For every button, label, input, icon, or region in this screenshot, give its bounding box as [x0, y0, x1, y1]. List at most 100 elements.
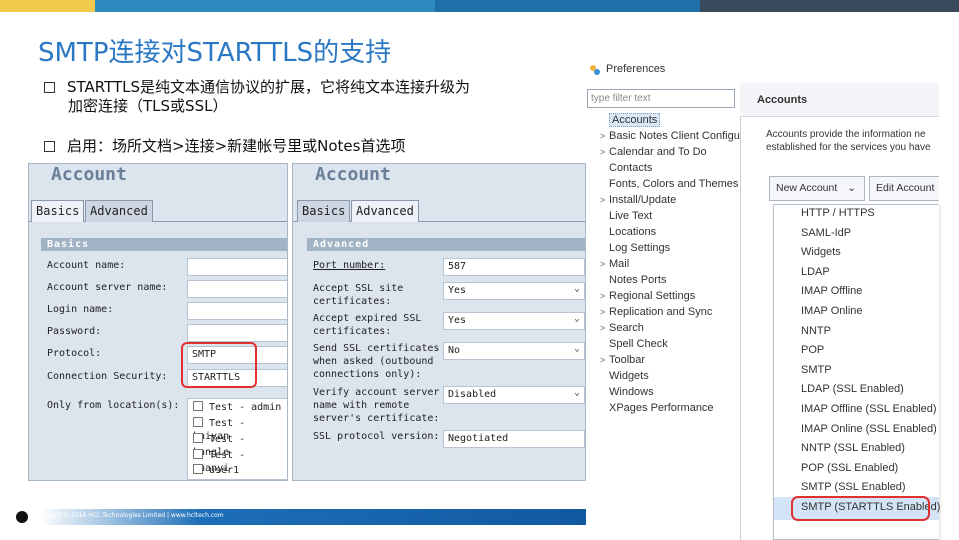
nav-item[interactable]: XPages Performance: [600, 400, 714, 416]
nav-item-label: Spell Check: [609, 338, 668, 350]
dropdown-item[interactable]: SMTP: [801, 361, 832, 380]
tab-basics[interactable]: Basics: [297, 200, 351, 222]
login-name-label: Login name:: [47, 304, 114, 315]
nav-item[interactable]: Widgets: [600, 368, 649, 384]
dropdown-item[interactable]: LDAP (SSL Enabled): [801, 380, 904, 399]
dropdown-item[interactable]: HTTP / HTTPS: [801, 204, 875, 223]
nav-item[interactable]: Fonts, Colors and Themes: [600, 176, 738, 192]
bullet1-line2: 加密连接（TLS或SSL）: [68, 97, 228, 115]
locations-label: Only from location(s):: [47, 400, 180, 411]
nav-item[interactable]: > Toolbar: [600, 352, 645, 368]
nav-item[interactable]: Locations: [600, 224, 656, 240]
nav-item-label: Mail: [609, 258, 630, 270]
dropdown-item[interactable]: NNTP (SSL Enabled): [801, 439, 905, 458]
nav-item[interactable]: Contacts: [600, 160, 652, 176]
chevron-right-icon: >: [600, 259, 606, 269]
nav-item[interactable]: > Basic Notes Client Configu: [600, 128, 740, 144]
password-label: Password:: [47, 326, 102, 337]
port-number-label: Port number:: [313, 260, 386, 271]
dropdown-item[interactable]: POP: [801, 341, 824, 360]
dropdown-item[interactable]: IMAP Online (SSL Enabled): [801, 420, 937, 439]
chevron-right-icon: >: [600, 131, 606, 141]
bullet-box-icon: [44, 82, 55, 93]
dropdown-item[interactable]: POP (SSL Enabled): [801, 459, 898, 478]
nav-item[interactable]: Live Text: [600, 208, 652, 224]
location-checkbox[interactable]: user1: [193, 464, 239, 477]
nav-item[interactable]: > Calendar and To Do: [600, 144, 707, 160]
location-label: user1: [209, 465, 240, 476]
tab-advanced[interactable]: Advanced: [85, 200, 153, 222]
nav-item-label: Search: [609, 322, 644, 334]
account-advanced-tabs: Basics Advanced: [293, 198, 585, 222]
nav-item[interactable]: Notes Ports: [600, 272, 666, 288]
accounts-description: Accounts provide the information ne esta…: [766, 128, 939, 154]
accept-expired-label: Accept expired SSL certificates:: [313, 313, 422, 337]
top-bar-blue: [95, 0, 435, 12]
nav-item[interactable]: Accounts: [600, 112, 661, 128]
description-line1: Accounts provide the information ne: [766, 129, 926, 140]
nav-item[interactable]: > Mail: [600, 256, 629, 272]
account-advanced-panel: Account Basics Advanced Advanced Port nu…: [292, 163, 586, 481]
checkbox-icon: [193, 449, 203, 459]
account-server-field[interactable]: [187, 280, 287, 298]
accounts-page-title: Accounts: [757, 94, 808, 106]
nav-item[interactable]: > Regional Settings: [600, 288, 695, 304]
account-advanced-title: Account: [315, 164, 391, 185]
dropdown-item[interactable]: IMAP Offline: [801, 282, 862, 301]
edit-account-button[interactable]: Edit Account: [869, 176, 939, 201]
chevron-right-icon: >: [600, 195, 606, 205]
account-basics-title: Account: [51, 164, 127, 185]
chevron-right-icon: >: [600, 323, 606, 333]
accept-expired-select[interactable]: Yes: [443, 311, 585, 330]
nav-item[interactable]: Log Settings: [600, 240, 670, 256]
dropdown-item[interactable]: SAML-IdP: [801, 224, 851, 243]
new-account-button[interactable]: New Account ⌄: [769, 176, 865, 201]
chevron-right-icon: >: [600, 291, 606, 301]
nav-item-label: XPages Performance: [609, 402, 714, 414]
top-bar-yellow: [0, 0, 95, 12]
nav-item-label: Fonts, Colors and Themes: [609, 178, 739, 190]
tab-basics[interactable]: Basics: [31, 200, 85, 222]
nav-item[interactable]: > Install/Update: [600, 192, 676, 208]
account-name-label: Account name:: [47, 260, 126, 271]
verify-server-select[interactable]: Disabled: [443, 385, 585, 404]
tab-advanced[interactable]: Advanced: [351, 200, 419, 222]
dropdown-item[interactable]: Widgets: [801, 243, 841, 262]
dropdown-item[interactable]: LDAP: [801, 263, 830, 282]
nav-item-label: Locations: [609, 226, 657, 238]
checkbox-icon: [193, 433, 203, 443]
verify-server-label: Verify account server name with remote s…: [313, 387, 440, 424]
accept-ssl-select[interactable]: Yes: [443, 281, 585, 300]
send-ssl-select[interactable]: No: [443, 341, 585, 360]
nav-item-label: Calendar and To Do: [609, 146, 707, 158]
nav-item-label: Windows: [609, 386, 654, 398]
dropdown-item[interactable]: SMTP (SSL Enabled): [801, 478, 906, 497]
dropdown-item[interactable]: NNTP: [801, 322, 831, 341]
top-color-bar: [0, 0, 959, 12]
dropdown-item[interactable]: IMAP Online: [801, 302, 863, 321]
account-server-label: Account server name:: [47, 282, 168, 293]
nav-item[interactable]: Windows: [600, 384, 654, 400]
advanced-section-header: Advanced: [307, 238, 585, 251]
chevron-right-icon: >: [600, 307, 606, 317]
checkbox-icon: [193, 417, 203, 427]
filter-input[interactable]: type filter text: [587, 89, 735, 108]
bullet2-text: 启用：场所文档>连接>新建帐号里或Notes首选项: [67, 137, 406, 155]
account-name-field[interactable]: [187, 258, 287, 276]
ssl-version-field[interactable]: Negotiated: [443, 430, 585, 448]
send-ssl-label: Send SSL certificates when asked (outbou…: [313, 343, 440, 380]
nav-item[interactable]: > Replication and Sync: [600, 304, 712, 320]
nav-item-label: Log Settings: [609, 242, 671, 254]
basics-section-header: Basics: [41, 238, 287, 251]
nav-item-label: Replication and Sync: [609, 306, 713, 318]
port-number-field[interactable]: 587: [443, 258, 585, 276]
login-name-field[interactable]: [187, 302, 287, 320]
account-basics-panel: Account Basics Advanced Basics Account n…: [28, 163, 288, 481]
starttls-highlight-box: [791, 496, 930, 521]
nav-item[interactable]: Spell Check: [600, 336, 668, 352]
ssl-version-label: SSL protocol version:: [313, 431, 440, 442]
nav-item[interactable]: > Search: [600, 320, 644, 336]
password-field[interactable]: [187, 324, 287, 342]
location-checkbox[interactable]: Test - admin: [193, 401, 281, 414]
dropdown-item[interactable]: IMAP Offline (SSL Enabled): [801, 400, 937, 419]
